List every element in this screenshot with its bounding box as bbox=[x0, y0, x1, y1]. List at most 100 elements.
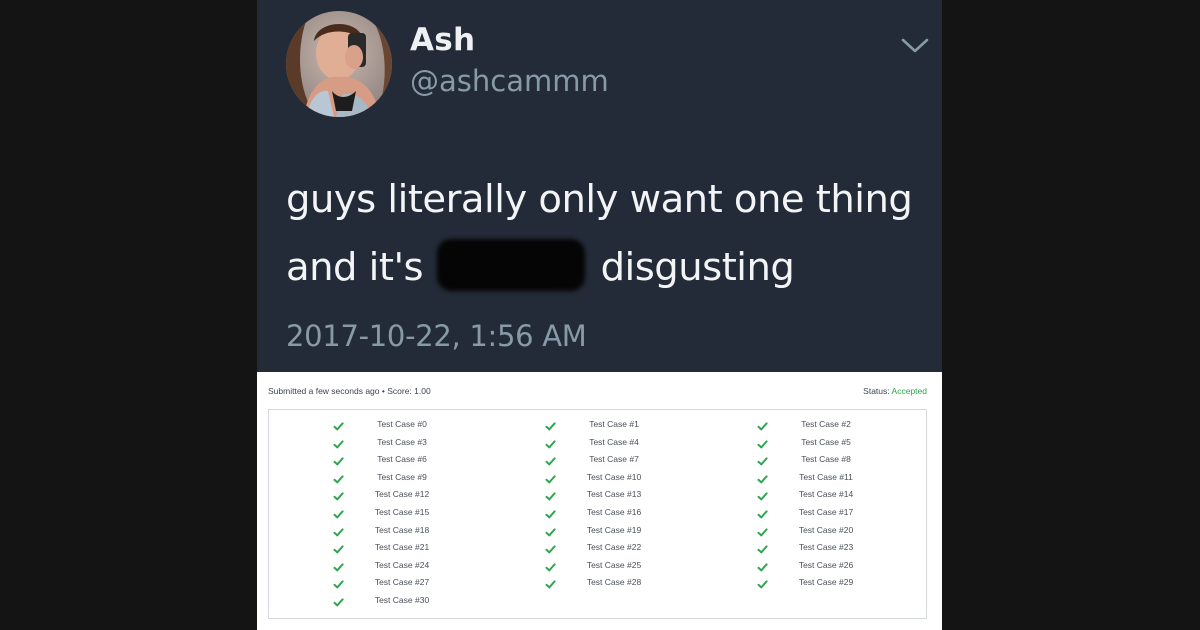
check-icon bbox=[545, 507, 556, 519]
test-case-label: Test Case #9 bbox=[377, 471, 427, 482]
test-case-label: Test Case #30 bbox=[374, 595, 430, 605]
test-case-item: Test Case #7 bbox=[545, 453, 705, 467]
test-case-item: Test Case #27 bbox=[333, 576, 493, 590]
check-icon bbox=[757, 472, 768, 484]
test-case-label: Test Case #19 bbox=[586, 524, 642, 535]
test-case-item: Test Case #17 bbox=[757, 506, 917, 520]
check-icon bbox=[333, 454, 344, 466]
check-icon bbox=[757, 525, 768, 536]
tweet-timestamp[interactable]: 2017-10-22, 1:56 AM bbox=[286, 319, 587, 353]
tweet-text-line-1: guys literally only want one thing bbox=[286, 177, 913, 222]
tweet-card: Ash @ashcammm guys literally only want o… bbox=[257, 0, 942, 372]
test-case-label: Test Case #11 bbox=[799, 471, 853, 482]
chevron-down-icon[interactable] bbox=[897, 34, 933, 58]
tweet-text-line-2-start: and it's bbox=[286, 245, 424, 290]
test-case-label: Test Case #6 bbox=[377, 454, 427, 465]
test-case-item: Test Case #15 bbox=[333, 506, 493, 520]
check-icon bbox=[545, 525, 556, 536]
test-case-label: Test Case #15 bbox=[374, 507, 430, 517]
avatar[interactable] bbox=[286, 11, 392, 117]
test-case-grid: Test Case #0 Test Case #1 Test Case #2 Test… bbox=[268, 409, 927, 619]
check-icon bbox=[757, 507, 768, 519]
test-case-label: Test Case #28 bbox=[586, 577, 642, 588]
check-icon bbox=[333, 577, 344, 589]
check-icon bbox=[545, 454, 556, 466]
check-icon bbox=[333, 437, 344, 448]
test-case-label: Test Case #23 bbox=[798, 542, 854, 553]
test-case-item: Test Case #22 bbox=[545, 541, 705, 555]
check-icon bbox=[757, 560, 768, 572]
check-icon bbox=[545, 542, 556, 554]
test-case-label: Test Case #22 bbox=[586, 542, 642, 553]
check-icon bbox=[333, 525, 344, 536]
test-case-label: Test Case #21 bbox=[374, 542, 430, 553]
test-case-item: Test Case #9 bbox=[333, 471, 493, 485]
test-case-item: Test Case #12 bbox=[333, 488, 493, 502]
test-case-label: Test Case #4 bbox=[589, 436, 639, 447]
test-case-label: Test Case #26 bbox=[798, 559, 854, 570]
test-case-item: Test Case #26 bbox=[757, 559, 917, 573]
test-case-item: Test Case #23 bbox=[757, 541, 917, 555]
test-case-item: Test Case #8 bbox=[757, 453, 917, 467]
tweet-text-line-2-end: disgusting bbox=[600, 245, 795, 290]
test-case-label: Test Case #25 bbox=[586, 559, 642, 570]
submission-results: Submitted a few seconds ago • Score: 1.0… bbox=[257, 372, 942, 630]
test-case-item: Test Case #6 bbox=[333, 453, 493, 467]
user-handle[interactable]: @ashcammm bbox=[410, 64, 609, 98]
check-icon bbox=[333, 560, 344, 572]
test-case-item: Test Case #19 bbox=[545, 524, 705, 538]
test-case-item: Test Case #4 bbox=[545, 436, 705, 450]
test-case-label: Test Case #24 bbox=[374, 559, 430, 570]
check-icon bbox=[545, 437, 556, 448]
test-case-item: Test Case #25 bbox=[545, 559, 705, 573]
test-case-label: Test Case #17 bbox=[798, 507, 854, 517]
test-case-item: Test Case #24 bbox=[333, 559, 493, 573]
test-case-item: Test Case #14 bbox=[757, 488, 917, 502]
test-case-label: Test Case #20 bbox=[798, 524, 854, 535]
display-name[interactable]: Ash bbox=[410, 22, 475, 58]
test-case-item: Test Case #1 bbox=[545, 418, 705, 432]
test-case-label: Test Case #0 bbox=[377, 419, 427, 429]
test-case-label: Test Case #12 bbox=[374, 489, 430, 500]
test-case-label: Test Case #29 bbox=[798, 577, 854, 588]
status-badge: Accepted bbox=[891, 386, 927, 396]
test-case-item: Test Case #3 bbox=[333, 436, 493, 450]
test-case-label: Test Case #27 bbox=[374, 577, 430, 588]
check-icon bbox=[333, 489, 344, 501]
check-icon bbox=[757, 489, 768, 501]
test-case-item: Test Case #29 bbox=[757, 576, 917, 590]
test-case-item: Test Case #2 bbox=[757, 418, 917, 432]
test-case-item: Test Case #0 bbox=[333, 418, 493, 432]
check-icon bbox=[333, 595, 344, 607]
test-case-label: Test Case #3 bbox=[377, 436, 427, 447]
test-case-label: Test Case #5 bbox=[801, 436, 851, 447]
test-case-item: Test Case #21 bbox=[333, 541, 493, 555]
censor-blot bbox=[436, 239, 585, 291]
tweet-text-line-2: and it's fucking disgusting bbox=[286, 234, 926, 302]
test-case-label: Test Case #10 bbox=[586, 471, 642, 482]
test-case-item: Test Case #16 bbox=[545, 506, 705, 520]
check-icon bbox=[757, 419, 768, 431]
test-case-item: Test Case #5 bbox=[757, 436, 917, 450]
test-case-label: Test Case #1 bbox=[589, 419, 639, 429]
check-icon bbox=[545, 489, 556, 501]
test-case-item: Test Case #11 bbox=[757, 471, 917, 485]
test-case-item: Test Case #18 bbox=[333, 524, 493, 538]
test-case-item: Test Case #28 bbox=[545, 576, 705, 590]
check-icon bbox=[757, 577, 768, 589]
meme-card: Ash @ashcammm guys literally only want o… bbox=[257, 0, 942, 630]
check-icon bbox=[757, 454, 768, 466]
submission-summary: Submitted a few seconds ago • Score: 1.0… bbox=[268, 386, 431, 396]
test-case-item: Test Case #10 bbox=[545, 471, 705, 485]
check-icon bbox=[333, 419, 344, 431]
check-icon bbox=[333, 472, 344, 484]
check-icon bbox=[545, 577, 556, 589]
status-label: Status: bbox=[863, 386, 890, 396]
test-case-label: Test Case #13 bbox=[586, 489, 642, 500]
test-case-label: Test Case #18 bbox=[374, 524, 430, 535]
test-case-item: Test Case #30 bbox=[333, 594, 493, 608]
submission-status: Status: Accepted bbox=[863, 386, 927, 396]
tweet-text: guys literally only want one thing and i… bbox=[286, 166, 926, 302]
test-case-label: Test Case #2 bbox=[801, 419, 851, 429]
check-icon bbox=[333, 542, 344, 554]
